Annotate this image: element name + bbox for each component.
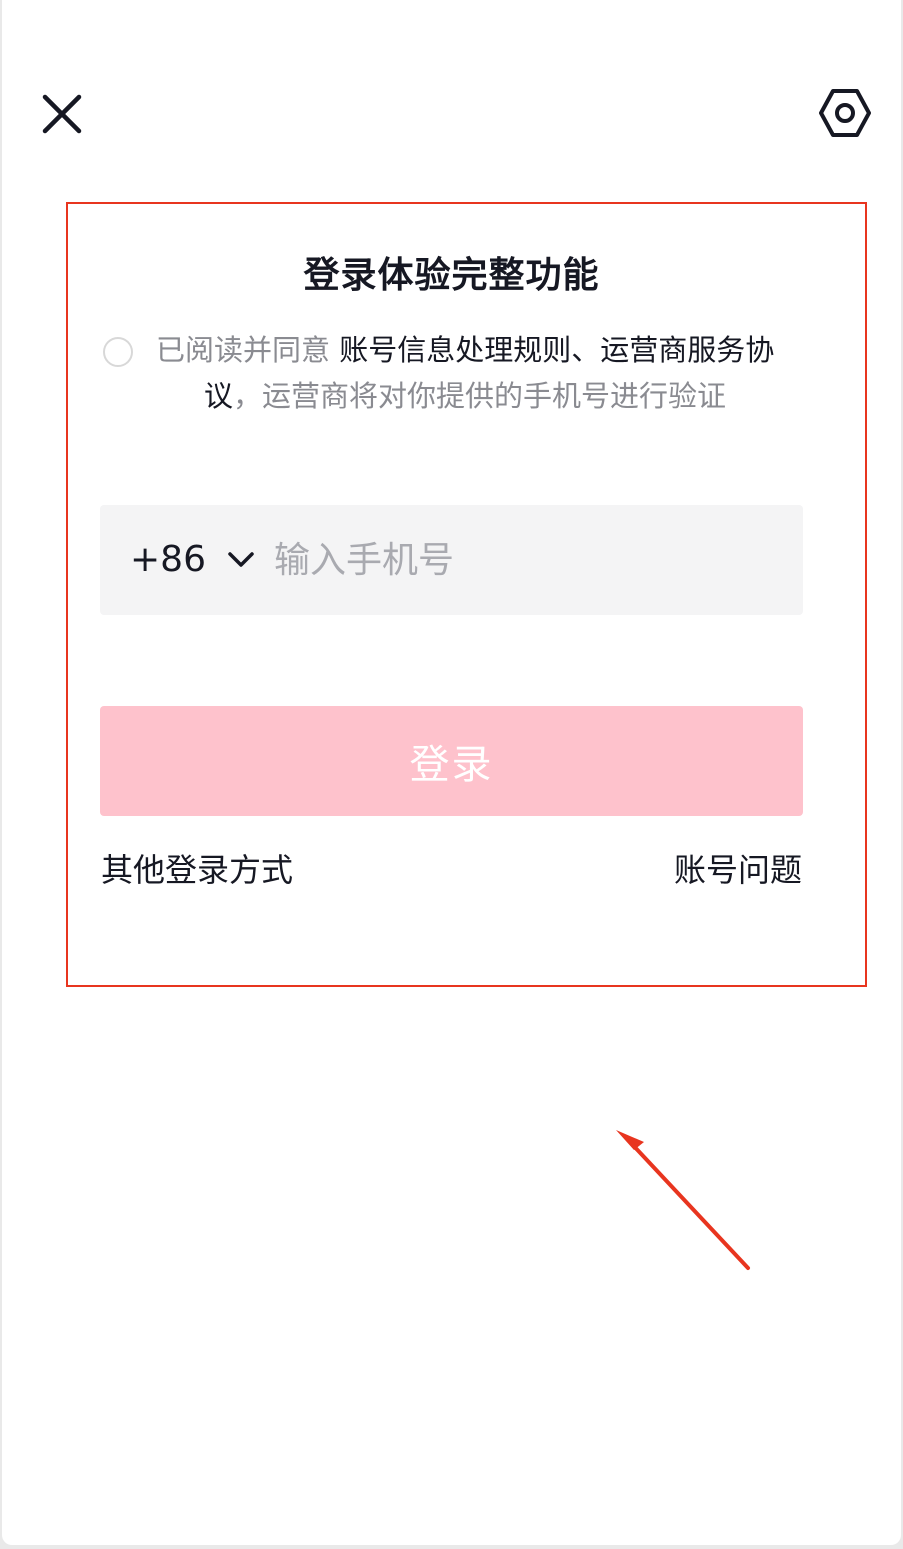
hexagon-settings-icon: [819, 89, 871, 137]
country-code-selector[interactable]: +86: [130, 505, 256, 615]
agreement-checkbox[interactable]: [103, 337, 133, 367]
phone-field: +86: [100, 505, 803, 615]
agreement-prefix: 已阅读并同意: [156, 333, 340, 367]
account-rules-link[interactable]: 账号信息处理规则: [339, 333, 571, 367]
chevron-down-icon: [228, 552, 254, 567]
account-issue-link[interactable]: 账号问题: [674, 850, 802, 890]
close-icon: [42, 94, 82, 134]
agreement-separator: 、: [571, 333, 601, 367]
country-code-label: +86: [130, 539, 206, 580]
agreement-text-line2: 议，运营商将对你提供的手机号进行验证: [204, 376, 726, 416]
other-login-methods-link[interactable]: 其他登录方式: [101, 850, 293, 890]
operator-agreement-link[interactable]: 运营商服务协: [600, 333, 774, 367]
agreement-suffix: ，运营商将对你提供的手机号进行验证: [233, 379, 727, 413]
agreement-text-line1: 已阅读并同意 账号信息处理规则、运营商服务协: [156, 330, 774, 370]
settings-button[interactable]: [817, 85, 873, 141]
phone-input[interactable]: [274, 505, 774, 615]
operator-agreement-link-cont[interactable]: 议: [204, 379, 233, 413]
close-button[interactable]: [40, 92, 84, 136]
annotation-arrow: [616, 1130, 750, 1270]
login-button[interactable]: 登录: [100, 706, 803, 816]
login-title: 登录体验完整功能: [303, 255, 600, 296]
